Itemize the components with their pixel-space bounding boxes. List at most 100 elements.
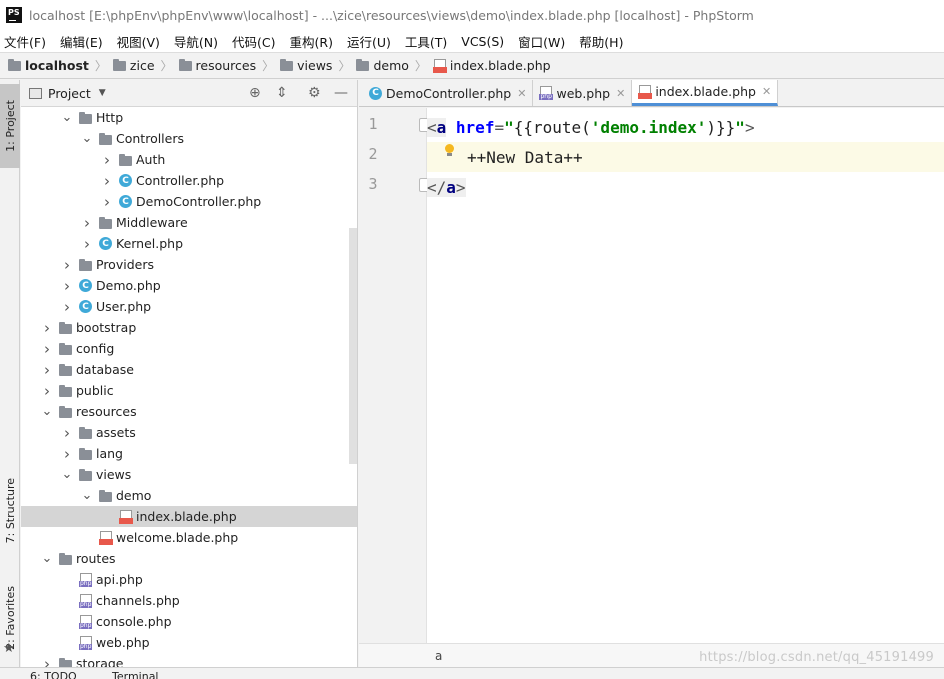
chevron-down-icon[interactable]: ⌄ [81,489,93,502]
chevron-right-icon[interactable]: › [41,319,53,337]
tab-web-php[interactable]: web.php ✕ [533,80,633,106]
tree-row[interactable]: › config [21,338,357,359]
chevron-right-icon[interactable]: › [61,256,73,274]
chevron-down-icon[interactable]: ⌄ [81,132,93,145]
tree-row[interactable]: › C Controller.php [21,170,357,191]
menu-help[interactable]: 帮助(H) [579,32,623,51]
tree-row[interactable]: › C Demo.php [21,275,357,296]
menu-view[interactable]: 视图(V) [117,32,160,51]
folder-icon [79,111,92,124]
tree-row[interactable]: › Middleware [21,212,357,233]
breadcrumb-localhost[interactable]: localhost [8,58,89,73]
folder-icon [79,258,92,271]
tree-row[interactable]: › lang [21,443,357,464]
chevron-right-icon[interactable]: › [41,361,53,379]
tree-row[interactable]: › bootstrap [21,317,357,338]
chevron-right-icon[interactable]: › [61,277,73,295]
project-view-selector[interactable]: Project [48,86,91,101]
tree-row[interactable]: index.blade.php [21,506,357,527]
close-icon[interactable]: ✕ [616,87,625,100]
menu-refactor[interactable]: 重构(R) [290,32,333,51]
tree-row[interactable]: console.php [21,611,357,632]
menu-vcs[interactable]: VCS(S) [461,34,504,49]
tree-row[interactable]: › C DemoController.php [21,191,357,212]
folder-icon [59,384,72,397]
tree-row[interactable]: › C User.php [21,296,357,317]
tree-row[interactable]: ⌄ views [21,464,357,485]
breadcrumb-demo[interactable]: demo [356,58,409,73]
breadcrumb-zice[interactable]: zice [112,58,155,73]
tree-row[interactable]: › storage [21,653,357,667]
chevron-right-icon[interactable]: › [101,151,113,169]
gear-icon[interactable]: ⚙ [308,85,321,101]
tree-row[interactable]: › Providers [21,254,357,275]
tree-row[interactable]: ⌄ Http [21,107,357,128]
code-line-2[interactable]: ++New Data++ [427,142,944,172]
hide-panel-icon[interactable]: — [334,85,348,101]
tree-row[interactable]: ⌄ routes [21,548,357,569]
tree-row[interactable]: › public [21,380,357,401]
blade-file-icon [432,58,447,73]
project-panel-header: Project ▼ ⊕ ⇕ ⚙ — [21,80,357,107]
tree-row[interactable]: api.php [21,569,357,590]
breadcrumb-index-blade[interactable]: index.blade.php [432,58,551,73]
chevron-right-icon[interactable]: › [81,214,93,232]
chevron-right-icon[interactable]: › [61,298,73,316]
tab-democontroller[interactable]: C DemoController.php ✕ [363,80,534,106]
lightbulb-icon[interactable] [444,144,454,158]
editor-gutter[interactable]: 1 2 3 [359,108,431,643]
chevron-right-icon[interactable]: › [61,445,73,463]
code-line-1[interactable]: <a href = " {{route('demo.index')}} " > [427,112,944,142]
tree-row[interactable]: › database [21,359,357,380]
project-tool-tab[interactable]: 1: Project [0,84,20,168]
chevron-down-icon[interactable]: ⌄ [41,552,53,565]
menu-navigate[interactable]: 导航(N) [174,32,218,51]
menu-window[interactable]: 窗口(W) [518,32,565,51]
tree-row[interactable]: ⌄ Controllers [21,128,357,149]
chevron-down-icon[interactable]: ⌄ [41,405,53,418]
todo-tool-tab[interactable]: 6: TODO [30,670,77,679]
tree-item-label: web.php [96,635,150,650]
close-icon[interactable]: ✕ [762,85,771,98]
collapse-all-icon[interactable]: ⇕ [276,85,288,101]
tree-row[interactable]: web.php [21,632,357,653]
chevron-right-icon[interactable]: › [41,340,53,358]
tree-row[interactable]: › Auth [21,149,357,170]
tree-item-label: Http [96,110,124,125]
tree-row[interactable]: welcome.blade.php [21,527,357,548]
menu-edit[interactable]: 编辑(E) [60,32,103,51]
tree-row[interactable]: › C Kernel.php [21,233,357,254]
php-class-icon: C [369,86,382,100]
project-scrollbar[interactable] [349,228,357,464]
tree-row[interactable]: ⌄ demo [21,485,357,506]
editor-breadcrumb-tag[interactable]: a [435,649,442,663]
terminal-tool-tab[interactable]: Terminal [112,670,159,679]
tree-item-label: lang [96,446,123,461]
menu-tools[interactable]: 工具(T) [405,32,447,51]
folder-icon [99,132,112,145]
close-icon[interactable]: ✕ [517,87,526,100]
chevron-down-icon[interactable]: ⌄ [61,468,73,481]
code-line-3[interactable]: </a> [427,172,944,202]
chevron-right-icon[interactable]: › [101,193,113,211]
chevron-right-icon[interactable]: › [41,382,53,400]
tab-index-blade[interactable]: index.blade.php ✕ [632,80,779,106]
tree-row[interactable]: › assets [21,422,357,443]
scroll-from-source-icon[interactable]: ⊕ [249,85,261,101]
chevron-right-icon[interactable]: › [41,655,53,668]
php-file-icon [79,593,93,608]
structure-tool-tab[interactable]: 7: Structure [0,478,20,544]
menu-file[interactable]: 文件(F) [4,32,46,51]
menu-run[interactable]: 运行(U) [347,32,391,51]
chevron-right-icon[interactable]: › [61,424,73,442]
menu-code[interactable]: 代码(C) [232,32,275,51]
tree-row[interactable]: channels.php [21,590,357,611]
chevron-right-icon[interactable]: › [81,235,93,253]
caret-down-icon[interactable]: ▼ [99,88,106,98]
breadcrumb-resources[interactable]: resources [178,58,256,73]
chevron-down-icon[interactable]: ⌄ [61,111,73,124]
breadcrumb-views[interactable]: views [280,58,332,73]
code-editor[interactable]: 1 2 3 <a href = " {{route('demo.index')}} " >… [359,108,944,643]
tree-row[interactable]: ⌄ resources [21,401,357,422]
chevron-right-icon[interactable]: › [101,172,113,190]
